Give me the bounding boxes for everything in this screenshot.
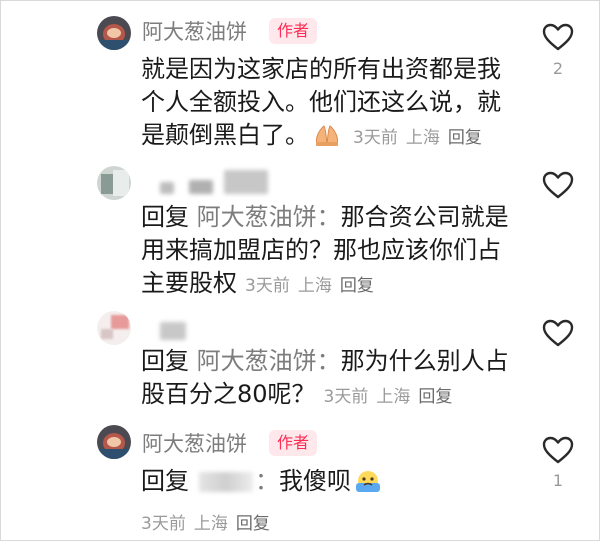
comment-line-text: 那为什么别人占 [340, 347, 509, 375]
heart-outline-icon [542, 436, 574, 464]
comment-line-last: 主要股权 3天前 上海 回复 [141, 267, 509, 303]
avatar[interactable] [97, 311, 131, 345]
heart-outline-icon [542, 23, 574, 51]
comment-line-text: 那合资公司就是 [340, 203, 509, 231]
avatar[interactable] [97, 425, 131, 459]
author-badge: 作者 [269, 18, 318, 44]
comment-meta: 3天前 上海 回复 [141, 509, 278, 534]
comment-line-text: 是颠倒黑白了。 [141, 121, 309, 149]
comment-text: 回复 阿大葱油饼：那合资公司就是 用来搞加盟店的？那也应该你们占 主要股权 3天前… [141, 201, 509, 303]
reply-button[interactable]: 回复 [340, 276, 374, 296]
timestamp: 3天前 [245, 276, 290, 296]
reply-button[interactable]: 回复 [418, 387, 452, 407]
like-button[interactable] [541, 435, 575, 465]
like-button[interactable] [541, 318, 575, 348]
timestamp: 3天前 [353, 128, 398, 148]
timestamp: 3天前 [141, 514, 186, 534]
crying-face-emoji [355, 469, 381, 493]
like-button[interactable] [541, 170, 575, 200]
username[interactable]: 阿大葱油饼 [142, 16, 247, 46]
reply-prefix: 回复 [141, 203, 189, 231]
author-badge: 作者 [269, 430, 318, 456]
reply-prefix: 回复 [141, 467, 189, 495]
comment-line: 个人全额投入。他们还这么说，就 [141, 88, 501, 116]
comment-line: 用来搞加盟店的？那也应该你们占 [141, 236, 501, 264]
redacted-username [160, 322, 186, 340]
comment-line: 就是因为这家店的所有出资都是我 [141, 55, 501, 83]
folded-hands-emoji [313, 122, 341, 146]
reply-target[interactable]: 阿大葱油饼： [197, 347, 341, 375]
reply-target[interactable]: 阿大葱油饼： [197, 203, 341, 231]
comment-line-last: 是颠倒黑白了。 3天前 上海 回复 [141, 119, 501, 155]
comment-line: 回复 ：我傻呗 [141, 465, 381, 498]
like-count: 1 [552, 471, 564, 490]
heart-outline-icon [542, 171, 574, 199]
avatar[interactable] [97, 166, 131, 200]
location: 上海 [297, 276, 332, 296]
reply-button[interactable]: 回复 [448, 128, 482, 148]
comment-line-text: 主要股权 [141, 269, 237, 297]
location: 上海 [193, 514, 228, 534]
redacted-reply-target [199, 472, 253, 492]
comment-text: 回复 阿大葱油饼：那为什么别人占 股百分之80呢？ 3天前 上海 回复 [141, 345, 509, 414]
reply-button[interactable]: 回复 [236, 514, 270, 534]
timestamp: 3天前 [323, 387, 369, 407]
redacted-username [224, 170, 268, 194]
comment-line-last: 股百分之80呢？ 3天前 上海 回复 [141, 378, 509, 414]
location: 上海 [376, 387, 411, 407]
reply-target[interactable]: ： [255, 467, 279, 495]
comment-line-text: 股百分之80呢？ [141, 380, 316, 408]
comment-line: 回复 阿大葱油饼：那为什么别人占 [141, 345, 509, 378]
avatar[interactable] [97, 16, 131, 50]
comment-text: 回复 ：我傻呗 [141, 465, 381, 498]
comment-text: 就是因为这家店的所有出资都是我 个人全额投入。他们还这么说，就 是颠倒黑白了。 3… [141, 53, 501, 155]
comment-line: 回复 阿大葱油饼：那合资公司就是 [141, 201, 509, 234]
heart-outline-icon [542, 319, 574, 347]
redacted-username [189, 180, 213, 194]
like-count: 2 [552, 59, 564, 78]
redacted-username [160, 182, 174, 194]
like-button[interactable] [541, 22, 575, 52]
reply-prefix: 回复 [141, 347, 189, 375]
comment-line-text: 我傻呗 [279, 467, 351, 495]
username[interactable]: 阿大葱油饼 [142, 428, 247, 458]
location: 上海 [405, 128, 440, 148]
